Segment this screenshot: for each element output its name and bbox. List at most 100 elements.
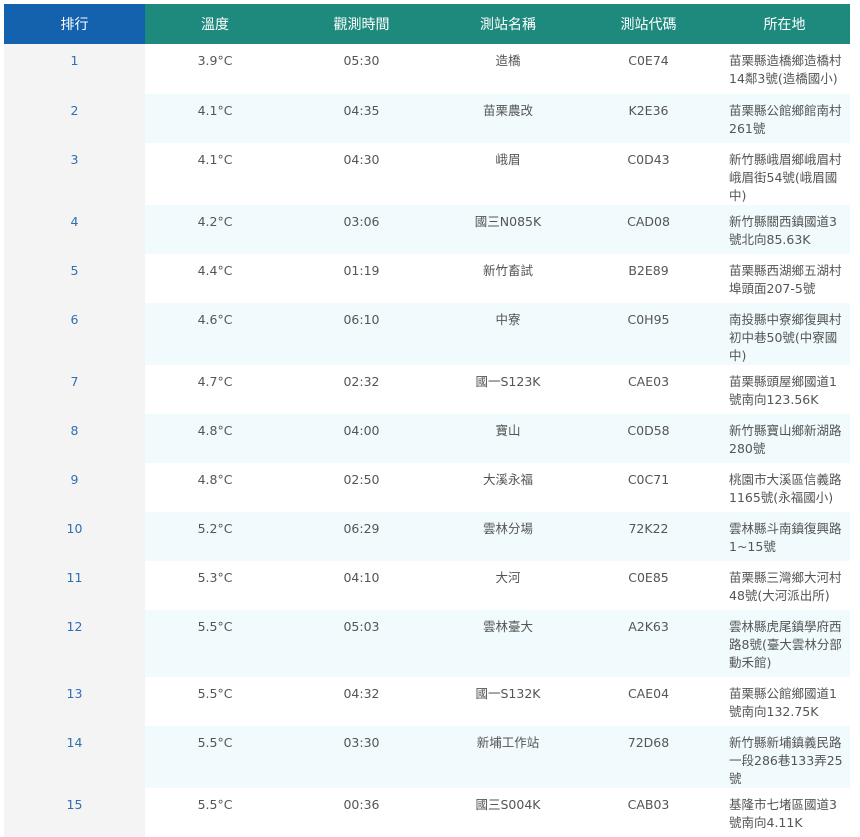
station-code-cell: C0H95 <box>578 303 719 365</box>
table-row: 8 4.8°C 04:00 寶山 C0D58 新竹縣寶山鄉新湖路280號 <box>4 414 850 463</box>
station-name-cell: 大河 <box>438 561 578 610</box>
station-name-cell: 國一S132K <box>438 677 578 726</box>
header-observation-time[interactable]: 觀測時間 <box>285 4 438 44</box>
observation-time-cell: 04:32 <box>285 677 438 726</box>
temperature-ranking-table: 排行 溫度 觀測時間 測站名稱 測站代碼 所在地 1 3.9°C 05:30 造橋 C0… <box>4 4 850 837</box>
table-row: 14 5.5°C 03:30 新埔工作站 72D68 新竹縣新埔鎮義民路一段286巷133… <box>4 726 850 788</box>
station-name-cell: 峨眉 <box>438 143 578 205</box>
station-name-cell: 大溪永福 <box>438 463 578 512</box>
temperature-cell: 5.5°C <box>145 788 285 837</box>
location-cell: 雲林縣虎尾鎮學府西路8號(臺大雲林分部動禾館) <box>719 610 850 677</box>
location-cell: 桃園市大溪區信義路1165號(永福國小) <box>719 463 850 512</box>
location-cell: 苗栗縣西湖鄉五湖村埠頭面207-5號 <box>719 254 850 303</box>
station-name-cell: 國三S004K <box>438 788 578 837</box>
location-cell: 苗栗縣公館鄉國道1號南向132.75K <box>719 677 850 726</box>
station-code-cell: K2E36 <box>578 94 719 143</box>
table-row: 2 4.1°C 04:35 苗栗農改 K2E36 苗栗縣公館鄉館南村261號 <box>4 94 850 143</box>
temperature-cell: 5.5°C <box>145 726 285 788</box>
location-cell: 新竹縣寶山鄉新湖路280號 <box>719 414 850 463</box>
rank-cell[interactable]: 6 <box>4 303 145 365</box>
table-body: 1 3.9°C 05:30 造橋 C0E74 苗栗縣造橋鄉造橋村14鄰3號(造橋國小) 2 4… <box>4 44 850 837</box>
rank-cell[interactable]: 15 <box>4 788 145 837</box>
station-name-cell: 中寮 <box>438 303 578 365</box>
station-code-cell: C0E74 <box>578 44 719 94</box>
header-location[interactable]: 所在地 <box>719 4 850 44</box>
location-cell: 雲林縣斗南鎮復興路1~15號 <box>719 512 850 561</box>
rank-cell[interactable]: 5 <box>4 254 145 303</box>
temperature-cell: 4.8°C <box>145 463 285 512</box>
table-row: 15 5.5°C 00:36 國三S004K CAB03 基隆市七堵區國道3號南向4.11… <box>4 788 850 837</box>
table-row: 12 5.5°C 05:03 雲林臺大 A2K63 雲林縣虎尾鎮學府西路8號(臺大雲林分部… <box>4 610 850 677</box>
rank-cell[interactable]: 9 <box>4 463 145 512</box>
table-header-row: 排行 溫度 觀測時間 測站名稱 測站代碼 所在地 <box>4 4 850 44</box>
station-code-cell: 72K22 <box>578 512 719 561</box>
rank-cell[interactable]: 8 <box>4 414 145 463</box>
table-row: 9 4.8°C 02:50 大溪永福 C0C71 桃園市大溪區信義路1165號(永福國小) <box>4 463 850 512</box>
rank-cell[interactable]: 13 <box>4 677 145 726</box>
header-station-name[interactable]: 測站名稱 <box>438 4 578 44</box>
rank-cell[interactable]: 4 <box>4 205 145 254</box>
observation-time-cell: 00:36 <box>285 788 438 837</box>
observation-time-cell: 03:30 <box>285 726 438 788</box>
observation-time-cell: 05:03 <box>285 610 438 677</box>
temperature-cell: 5.3°C <box>145 561 285 610</box>
header-temperature[interactable]: 溫度 <box>145 4 285 44</box>
observation-time-cell: 01:19 <box>285 254 438 303</box>
table-row: 3 4.1°C 04:30 峨眉 C0D43 新竹縣峨眉鄉峨眉村峨眉街54號(峨眉國中) <box>4 143 850 205</box>
temperature-cell: 5.5°C <box>145 610 285 677</box>
observation-time-cell: 06:29 <box>285 512 438 561</box>
temperature-cell: 4.8°C <box>145 414 285 463</box>
temperature-cell: 5.2°C <box>145 512 285 561</box>
observation-time-cell: 04:30 <box>285 143 438 205</box>
station-code-cell: C0C71 <box>578 463 719 512</box>
rank-cell[interactable]: 11 <box>4 561 145 610</box>
temperature-ranking-table-container: 排行 溫度 觀測時間 測站名稱 測站代碼 所在地 1 3.9°C 05:30 造橋 C0… <box>4 4 850 837</box>
observation-time-cell: 04:00 <box>285 414 438 463</box>
station-name-cell: 國三N085K <box>438 205 578 254</box>
station-code-cell: CAD08 <box>578 205 719 254</box>
station-name-cell: 新埔工作站 <box>438 726 578 788</box>
location-cell: 苗栗縣頭屋鄉國道1號南向123.56K <box>719 365 850 414</box>
location-cell: 苗栗縣三灣鄉大河村48號(大河派出所) <box>719 561 850 610</box>
station-code-cell: CAE04 <box>578 677 719 726</box>
rank-cell[interactable]: 1 <box>4 44 145 94</box>
rank-cell[interactable]: 12 <box>4 610 145 677</box>
rank-cell[interactable]: 14 <box>4 726 145 788</box>
location-cell: 新竹縣峨眉鄉峨眉村峨眉街54號(峨眉國中) <box>719 143 850 205</box>
station-name-cell: 苗栗農改 <box>438 94 578 143</box>
header-station-code[interactable]: 測站代碼 <box>578 4 719 44</box>
table-row: 1 3.9°C 05:30 造橋 C0E74 苗栗縣造橋鄉造橋村14鄰3號(造橋國小) <box>4 44 850 94</box>
rank-cell[interactable]: 2 <box>4 94 145 143</box>
station-code-cell: 72D68 <box>578 726 719 788</box>
temperature-cell: 3.9°C <box>145 44 285 94</box>
header-rank[interactable]: 排行 <box>4 4 145 44</box>
location-cell: 基隆市七堵區國道3號南向4.11K <box>719 788 850 837</box>
rank-cell[interactable]: 7 <box>4 365 145 414</box>
station-name-cell: 國一S123K <box>438 365 578 414</box>
table-row: 11 5.3°C 04:10 大河 C0E85 苗栗縣三灣鄉大河村48號(大河派出所) <box>4 561 850 610</box>
observation-time-cell: 02:50 <box>285 463 438 512</box>
location-cell: 苗栗縣公館鄉館南村261號 <box>719 94 850 143</box>
table-row: 5 4.4°C 01:19 新竹畜試 B2E89 苗栗縣西湖鄉五湖村埠頭面207-5號 <box>4 254 850 303</box>
observation-time-cell: 03:06 <box>285 205 438 254</box>
temperature-cell: 5.5°C <box>145 677 285 726</box>
station-name-cell: 新竹畜試 <box>438 254 578 303</box>
table-row: 6 4.6°C 06:10 中寮 C0H95 南投縣中寮鄉復興村初中巷50號(中寮國中) <box>4 303 850 365</box>
table-row: 13 5.5°C 04:32 國一S132K CAE04 苗栗縣公館鄉國道1號南向132.… <box>4 677 850 726</box>
observation-time-cell: 02:32 <box>285 365 438 414</box>
temperature-cell: 4.1°C <box>145 94 285 143</box>
observation-time-cell: 05:30 <box>285 44 438 94</box>
rank-cell[interactable]: 10 <box>4 512 145 561</box>
station-name-cell: 寶山 <box>438 414 578 463</box>
observation-time-cell: 06:10 <box>285 303 438 365</box>
table-row: 7 4.7°C 02:32 國一S123K CAE03 苗栗縣頭屋鄉國道1號南向123.5… <box>4 365 850 414</box>
temperature-cell: 4.1°C <box>145 143 285 205</box>
station-name-cell: 雲林臺大 <box>438 610 578 677</box>
table-row: 4 4.2°C 03:06 國三N085K CAD08 新竹縣關西鎮國道3號北向85.63… <box>4 205 850 254</box>
temperature-cell: 4.4°C <box>145 254 285 303</box>
station-code-cell: C0E85 <box>578 561 719 610</box>
station-code-cell: C0D43 <box>578 143 719 205</box>
temperature-cell: 4.2°C <box>145 205 285 254</box>
rank-cell[interactable]: 3 <box>4 143 145 205</box>
location-cell: 新竹縣新埔鎮義民路一段286巷133弄25號 <box>719 726 850 788</box>
